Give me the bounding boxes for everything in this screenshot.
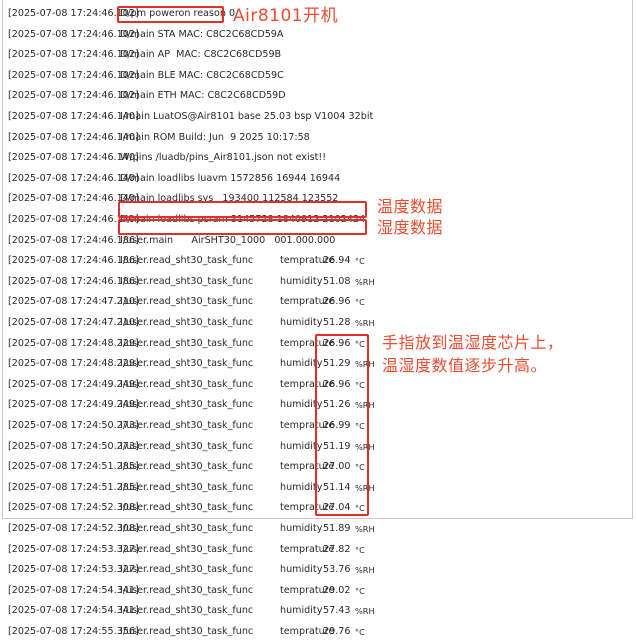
sensor-reading-value: 27.00 [323,461,351,473]
sensor-reading-value: 51.29 [323,358,351,370]
sensor-reading-unit: °C [355,544,365,555]
sensor-task-name: I/user.read_sht30_task_func [120,626,254,637]
sensor-task-name: I/user.read_sht30_task_func [120,275,254,287]
sensor-reading-name: humidity [280,317,323,328]
log-message: D/main ETH MAC: C8C2C68CD59D [120,90,286,102]
log-message: W/pins /luadb/pins_Air8101.json not exis… [120,152,327,164]
sensor-reading-value: 51.14 [323,481,351,493]
sensor-reading-value: 51.19 [323,440,351,452]
sensor-reading-value: 51.08 [323,275,351,287]
annotation-temperature-data: 温度数据 [377,197,444,216]
sensor-reading-value: 51.26 [323,399,351,411]
sensor-reading-name: humidity [280,275,323,287]
annotation-boot: Air8101开机 [233,6,339,26]
sensor-task-name: I/user.read_sht30_task_func [120,481,254,493]
sensor-reading-value: 51.89 [323,523,351,534]
sensor-task-name: I/user.read_sht30_task_func [120,564,254,576]
sensor-reading-value: 26.96 [323,296,351,308]
log-message: D/pm poweron reason 0 [120,8,236,19]
log-message: I/user.main AirSHT30_1000 001.000.000 [120,234,336,246]
sensor-task-name: I/user.read_sht30_task_func [120,255,254,267]
sensor-reading-unit: %RH [355,441,375,452]
sensor-reading-unit: °C [355,297,365,308]
sensor-reading-value: 51.28 [323,317,351,328]
sensor-reading-unit: %RH [355,400,375,411]
sensor-task-name: I/user.read_sht30_task_func [120,584,254,596]
log-message: D/main BLE MAC: C8C2C68CD59C [120,69,284,81]
sensor-task-name: I/user.read_sht30_task_func [120,399,254,411]
sensor-task-name: I/user.read_sht30_task_func [120,317,254,328]
sensor-reading-name: humidity [280,440,323,452]
sensor-task-name: I/user.read_sht30_task_func [120,461,254,473]
sensor-task-name: I/user.read_sht30_task_func [120,337,254,349]
sensor-reading-value: 26.96 [323,337,351,349]
log-message: D/main loadlibs psram 3145728 1840912 21… [120,214,366,225]
sensor-reading-value: 26.96 [323,378,351,390]
sensor-reading-unit: %RH [355,359,375,370]
log-message: D/main loadlibs sys 193400 112584 123552 [120,193,339,205]
sensor-reading-name: humidity [280,564,323,576]
serial-log-window: [2025-07-08 17:24:46.102] D/pm poweron re… [2,0,633,637]
sensor-task-name: I/user.read_sht30_task_func [120,420,254,431]
sensor-reading-unit: °C [355,338,365,349]
sensor-reading-value: 29.76 [323,626,351,637]
log-message: I/main ROM Build: Jun 9 2025 10:17:58 [120,131,310,143]
sensor-task-name: I/user.read_sht30_task_func [120,543,254,555]
sensor-reading-value: 29.02 [323,584,351,596]
sensor-reading-unit: °C [355,503,365,514]
sensor-reading-value: 57.43 [323,605,351,617]
log-message: D/main loadlibs luavm 1572856 16944 1694… [120,172,341,184]
sensor-task-name: I/user.read_sht30_task_func [120,296,254,308]
sensor-reading-unit: %RH [355,606,375,617]
log-message: D/main AP MAC: C8C2C68CD59B [120,49,282,61]
annotation-humidity-data: 湿度数据 [377,218,444,237]
sensor-reading-name: humidity [280,523,323,534]
sensor-task-name: I/user.read_sht30_task_func [120,358,254,370]
sensor-reading-value: 53.76 [323,564,351,576]
sensor-reading-unit: °C [355,462,365,473]
sensor-task-name: I/user.read_sht30_task_func [120,502,254,514]
sensor-reading-value: 27.04 [323,502,351,514]
sensor-task-name: I/user.read_sht30_task_func [120,523,254,534]
log-message: I/main LuatOS@Air8101 base 25.03 bsp V10… [120,111,374,122]
sensor-reading-value: 27.82 [323,543,351,555]
log-message: D/main STA MAC: C8C2C68CD59A [120,28,284,40]
sensor-task-name: I/user.read_sht30_task_func [120,440,254,452]
sensor-task-name: I/user.read_sht30_task_func [120,378,254,390]
annotation-finger-note-line2: 温湿度数值逐步升高。 [382,356,548,375]
sensor-reading-unit: %RH [355,318,375,328]
sensor-reading-unit: %RH [355,565,375,576]
sensor-reading-unit: °C [355,379,365,390]
sensor-reading-name: humidity [280,399,323,411]
sensor-reading-unit: %RH [355,482,375,493]
sensor-reading-name: humidity [280,358,323,370]
sensor-reading-unit: °C [355,256,365,267]
sensor-reading-unit: %RH [355,524,375,534]
sensor-reading-unit: °C [355,627,365,637]
sensor-reading-unit: °C [355,585,365,596]
annotation-finger-note-line1: 手指放到温湿度芯片上， [382,333,564,352]
sensor-task-name: I/user.read_sht30_task_func [120,605,254,617]
sensor-reading-name: humidity [280,481,323,493]
sensor-reading-value: 26.99 [323,420,351,431]
sensor-reading-unit: °C [355,421,365,431]
sensor-reading-value: 26.94 [323,255,351,267]
sensor-reading-name: humidity [280,605,323,617]
sensor-reading-unit: %RH [355,276,375,287]
